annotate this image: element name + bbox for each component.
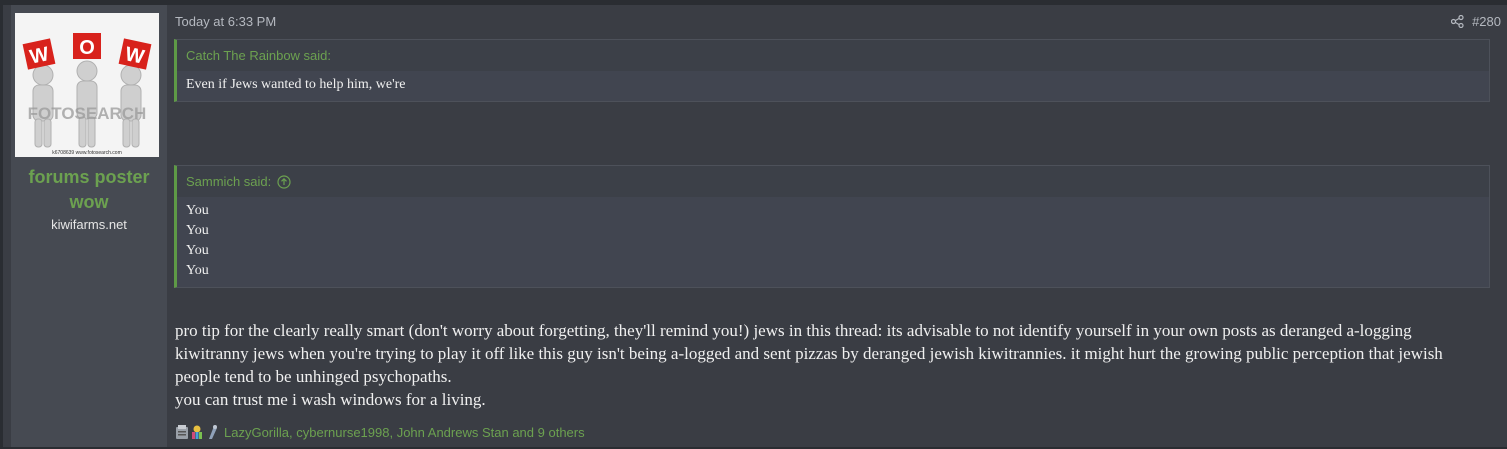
post-number-link[interactable]: #280 [1472,14,1501,29]
user-title: kiwifarms.net [51,217,127,232]
quote-line: You [186,263,209,278]
rainbow-icon [190,424,204,440]
quote-author[interactable]: Sammich said: [177,166,1489,197]
quote-block-2: Sammich said: You You You You [174,165,1490,288]
post-body: pro tip for the clearly really smart (do… [175,319,1475,411]
quote-line: You [186,243,209,258]
feels-icon [205,424,219,440]
quote-author-label[interactable]: Sammich said: [186,167,271,197]
quote-line: You [186,203,209,218]
quote-content: You You You You [177,197,1489,287]
informative-icon [175,424,189,440]
avatar-image: W O W FOTOSEARCH k6708639 www.fotosearch… [15,13,159,157]
quote-author[interactable]: Catch The Rainbow said: [177,40,1489,71]
quote-block-1: Catch The Rainbow said: Even if Jews wan… [174,39,1490,102]
forum-post: W O W FOTOSEARCH k6708639 www.fotosearch… [0,0,1507,449]
quote-line: Even if Jews wanted to help him, we're [186,77,406,92]
post-body-line: you can trust me i wash windows for a li… [175,390,486,409]
username-line-2[interactable]: wow [11,190,167,215]
quote-line: You [186,223,209,238]
post-timestamp[interactable]: Today at 6:33 PM [175,14,276,29]
user-sidebar: W O W FOTOSEARCH k6708639 www.fotosearch… [11,5,167,447]
username[interactable]: forums poster wow [11,165,167,215]
username-line-1[interactable]: forums poster [11,165,167,190]
avatar-watermark: FOTOSEARCH [28,104,147,123]
post-main: Today at 6:33 PM #280 Catch The Rainbow … [167,5,1507,447]
avatar[interactable]: W O W FOTOSEARCH k6708639 www.fotosearch… [15,13,159,157]
reaction-icons[interactable] [175,424,220,440]
reactions-bar[interactable]: LazyGorilla, cybernurse1998, John Andrew… [175,424,585,440]
post-actions: #280 [1451,14,1501,29]
avatar-caption: k6708639 www.fotosearch.com [52,150,121,156]
quote-content: Even if Jews wanted to help him, we're [177,71,1489,101]
share-icon[interactable] [1451,15,1464,28]
arrow-up-circle-icon[interactable] [277,174,291,189]
avatar-letter-2: O [79,37,95,59]
quote-author-label[interactable]: Catch The Rainbow said: [186,41,331,71]
post-body-paragraph: pro tip for the clearly really smart (do… [175,321,1443,386]
reactions-text[interactable]: LazyGorilla, cybernurse1998, John Andrew… [224,425,585,440]
